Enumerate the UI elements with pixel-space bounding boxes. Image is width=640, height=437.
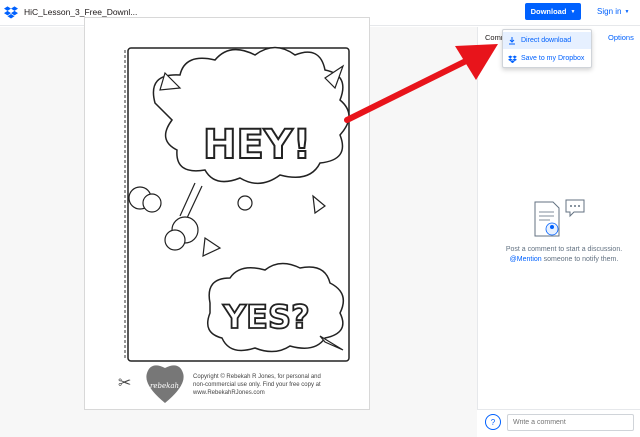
- dropbox-icon: [503, 54, 521, 63]
- empty-message-line-2: someone to notify them.: [541, 256, 619, 263]
- coloring-page-illustration: HEY! YES? ✂ rebekah r jones Copyright © …: [118, 46, 350, 403]
- menu-item-label: Save to my Dropbox: [521, 55, 585, 62]
- comment-input[interactable]: [507, 414, 634, 431]
- file-name: HiC_Lesson_3_Free_Downl...: [24, 7, 138, 17]
- comments-empty-illustration: [534, 199, 585, 237]
- caret-down-icon: ▼: [570, 8, 576, 15]
- download-dropdown-menu: Direct download Save to my Dropbox: [502, 29, 592, 68]
- empty-message-line-1: Post a comment to start a discussion.: [505, 246, 623, 253]
- sign-in-label: Sign in: [597, 7, 622, 16]
- help-button[interactable]: ?: [485, 414, 501, 430]
- download-icon: [503, 36, 521, 45]
- tab-options[interactable]: Options: [608, 33, 634, 42]
- copyright-line-2: non-commercial use only. Find your free …: [193, 382, 321, 388]
- sign-in-link[interactable]: Sign in ▼: [597, 7, 629, 16]
- tab-comments[interactable]: Comm: [485, 33, 502, 42]
- caret-down-icon: ▼: [624, 8, 630, 15]
- scissors-icon: ✂: [118, 373, 131, 392]
- copyright-line-1: Copyright © Rebekah R Jones, for persona…: [193, 373, 321, 380]
- download-button[interactable]: Download ▼: [525, 3, 581, 20]
- menu-item-direct-download[interactable]: Direct download: [503, 32, 591, 49]
- hey-text: HEY!: [203, 122, 311, 168]
- menu-item-label: Direct download: [521, 37, 572, 44]
- mention-link[interactable]: @Mention: [510, 256, 542, 263]
- copyright-line-3: www.RebekahRJones.com: [192, 390, 265, 396]
- dropbox-logo-icon[interactable]: [4, 5, 18, 19]
- download-button-label: Download: [530, 7, 567, 16]
- document-page: HEY! YES? ✂ rebekah r jones Copyright © …: [84, 17, 370, 410]
- yes-text: YES?: [222, 298, 310, 336]
- comments-empty-message: Post a comment to start a discussion. @M…: [488, 245, 640, 265]
- menu-item-save-to-dropbox[interactable]: Save to my Dropbox: [503, 50, 591, 67]
